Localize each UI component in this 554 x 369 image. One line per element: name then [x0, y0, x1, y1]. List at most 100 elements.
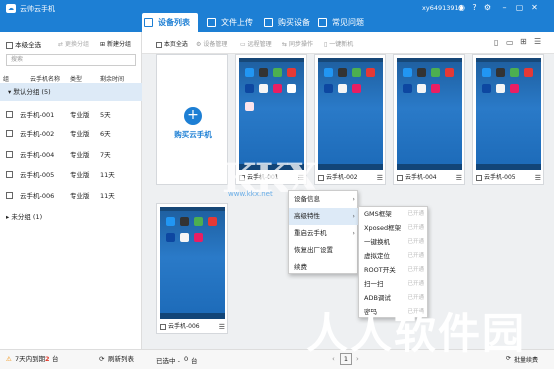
card-checkbox[interactable]	[397, 174, 403, 181]
phone-screen[interactable]	[318, 58, 383, 170]
table-row[interactable]: 云手机-002 专业版 6天	[0, 123, 142, 145]
menu-item-device-info[interactable]: 设备信息 ›	[289, 191, 359, 208]
phone-card[interactable]: 云手机-002 ☰	[314, 54, 386, 185]
col-header-name[interactable]: 云手机名称	[30, 74, 60, 83]
submenu-status: 已开通	[407, 253, 424, 259]
submenu-item-root[interactable]: ROOT开关 已开通	[359, 263, 429, 277]
submenu-item-gms[interactable]: GMS框架 已开通	[359, 207, 429, 221]
card-menu-icon[interactable]: ☰	[219, 321, 225, 333]
user-icon[interactable]: ◉	[457, 3, 466, 12]
card-checkbox[interactable]	[476, 174, 482, 181]
phone-screen[interactable]	[239, 58, 304, 170]
portrait-view-icon[interactable]: ▯	[494, 38, 498, 47]
new-group-icon: ⊞	[100, 41, 106, 48]
device-type: 专业版	[70, 171, 90, 179]
col-header-remaining[interactable]: 剩余时间	[100, 74, 124, 83]
search-input[interactable]: 搜索	[6, 54, 136, 66]
menu-item-advanced[interactable]: 高级特性 ›	[289, 208, 359, 225]
menu-item-renew[interactable]: 续费	[289, 259, 359, 276]
phone-card[interactable]: 云手机-005 ☰	[472, 54, 544, 185]
row-checkbox[interactable]	[6, 192, 13, 199]
table-row[interactable]: 云手机-005 专业版 11天	[0, 164, 142, 186]
card-menu-icon[interactable]: ☰	[535, 172, 541, 184]
tab-faq[interactable]: 常见问题	[316, 13, 376, 32]
phone-card[interactable]: 云手机-006 ☰	[156, 203, 228, 334]
phone-screen[interactable]	[160, 207, 225, 319]
app-icon	[259, 84, 268, 93]
app-icon	[496, 68, 505, 77]
list-view-icon[interactable]: ☰	[534, 37, 541, 46]
row-checkbox[interactable]	[6, 111, 13, 118]
menu-item-factory-reset[interactable]: 恢复出厂设置	[289, 242, 359, 259]
card-context-menu: 设备信息 › 高级特性 › 重启云手机 › 恢复出厂设置 续费	[288, 190, 359, 276]
settings-icon[interactable]: ⚙	[483, 3, 492, 12]
group-unassigned[interactable]: ▸ 未分组 (1)	[6, 211, 42, 221]
menu-item-restart[interactable]: 重启云手机 ›	[289, 225, 359, 242]
sync-button[interactable]: ⇆ 同步操作	[282, 39, 313, 48]
device-manage-icon: ⚙	[196, 41, 202, 48]
card-checkbox[interactable]	[160, 323, 166, 330]
help-icon[interactable]: ?	[470, 3, 479, 12]
buy-phone-card[interactable]: + 购买云手机	[156, 54, 228, 185]
card-footer: 云手机-002 ☰	[318, 172, 384, 184]
watermark-url: www.kkx.net	[228, 190, 273, 198]
tab-device-list[interactable]: 设备列表	[142, 13, 198, 32]
submenu-item-scan[interactable]: 扫一扫 已开通	[359, 277, 429, 291]
group-default[interactable]: ▾ 默认分组 (5)	[0, 83, 142, 101]
submenu-item-xposed[interactable]: Xposed框架 已开通	[359, 221, 429, 235]
table-row[interactable]: 云手机-004 专业版 7天	[0, 144, 142, 166]
card-footer: 云手机-005 ☰	[476, 172, 542, 184]
select-all-level[interactable]: 本级全选	[6, 39, 41, 49]
card-name: 云手机-004	[405, 174, 437, 181]
toolbar-label: 远程管理	[247, 41, 272, 48]
menu-label: 高级特性	[294, 212, 320, 220]
device-name: 云手机-005	[20, 171, 55, 179]
new-group-button[interactable]: ⊞ 新建分组	[100, 39, 131, 48]
row-checkbox[interactable]	[6, 171, 13, 178]
tab-file-upload[interactable]: 文件上传	[205, 13, 265, 32]
status-bar	[318, 58, 383, 62]
select-page-checkbox[interactable]	[156, 41, 162, 48]
select-page-all[interactable]: 本页全选	[156, 39, 188, 48]
app-icon	[194, 217, 203, 226]
maximize-icon[interactable]: ▢	[515, 3, 524, 12]
device-type: 专业版	[70, 130, 90, 138]
device-manage-button[interactable]: ⚙ 设备管理	[196, 39, 227, 48]
select-all-checkbox[interactable]	[6, 41, 13, 49]
card-checkbox[interactable]	[318, 174, 324, 181]
submenu-status: 已开通	[407, 267, 424, 273]
remote-manage-button[interactable]: ▭ 远程管理	[240, 39, 272, 48]
minimize-icon[interactable]: –	[500, 3, 509, 12]
app-icon	[338, 68, 347, 77]
card-name: 云手机-006	[168, 323, 200, 330]
submenu-label: 虚拟定位	[364, 252, 390, 260]
menu-label: 续费	[294, 263, 307, 271]
submenu-item-virtual-location[interactable]: 虚拟定位 已开通	[359, 249, 429, 263]
close-icon[interactable]: ✕	[530, 3, 539, 12]
refresh-button[interactable]: 刷新列表	[108, 350, 134, 369]
submenu-label: 扫一扫	[364, 280, 384, 288]
nav-bar	[476, 164, 541, 170]
device-sidebar: 本级全选 ⇄ 更换分组 ⊞ 新建分组 搜索 组 云手机名称 类型 剩余时间 ▾ …	[0, 32, 142, 369]
remote-icon: ▭	[240, 41, 246, 48]
app-icon	[259, 68, 268, 77]
phone-card[interactable]: 云手机-004 ☰	[393, 54, 465, 185]
app-icon	[166, 217, 175, 226]
grid-view-icon[interactable]: ⊞	[520, 37, 527, 46]
card-menu-icon[interactable]: ☰	[456, 172, 462, 184]
phone-screen[interactable]	[476, 58, 541, 170]
col-header-type[interactable]: 类型	[70, 74, 82, 83]
submenu-item-change-phone[interactable]: 一键换机 已开通	[359, 235, 429, 249]
table-row[interactable]: 云手机-006 专业版 11天	[0, 185, 142, 207]
row-checkbox[interactable]	[6, 151, 13, 158]
phone-screen[interactable]	[397, 58, 462, 170]
selected-count: 0	[184, 355, 189, 363]
new-phone-button[interactable]: ▯ 一键新机	[324, 39, 353, 48]
landscape-view-icon[interactable]: ▭	[506, 38, 514, 47]
tab-buy-device[interactable]: 购买设备	[262, 13, 322, 32]
add-icon[interactable]: +	[184, 107, 202, 125]
card-menu-icon[interactable]: ☰	[377, 172, 383, 184]
change-group-button[interactable]: ⇄ 更换分组	[58, 39, 89, 48]
row-checkbox[interactable]	[6, 130, 13, 137]
menu-label: 设备信息	[294, 195, 320, 203]
